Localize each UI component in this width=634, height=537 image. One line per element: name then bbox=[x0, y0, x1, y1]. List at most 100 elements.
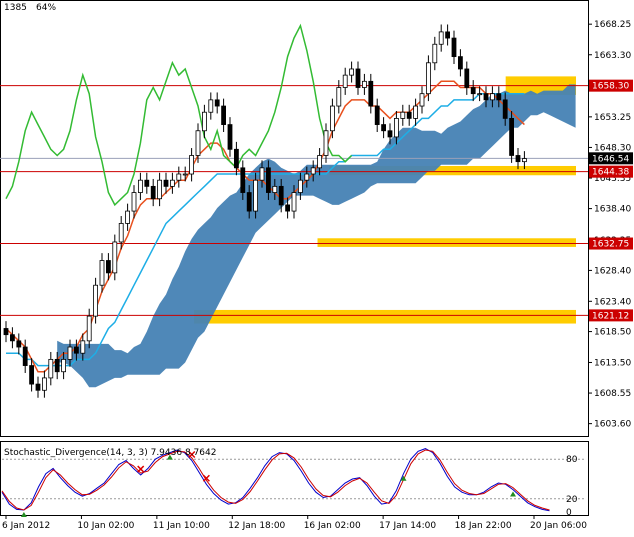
candle-bull bbox=[208, 99, 214, 113]
zone-4 bbox=[194, 309, 577, 324]
candle-bear bbox=[457, 56, 463, 70]
candle-bear bbox=[227, 124, 233, 150]
candle-bull bbox=[182, 173, 188, 176]
candle-bull bbox=[253, 179, 259, 212]
candle-bull bbox=[93, 284, 98, 317]
chart-window: 1668.251663.301658.301653.251648.301643.… bbox=[0, 0, 634, 533]
candle-bull bbox=[304, 173, 310, 181]
y-tick-label: 1648.30 bbox=[594, 143, 631, 153]
candle-bull bbox=[67, 346, 73, 360]
candle-bear bbox=[496, 93, 502, 101]
x-tick-label: 10 Jan 02:00 bbox=[77, 521, 134, 531]
candle-bull bbox=[169, 179, 175, 187]
candle-bull bbox=[42, 377, 47, 391]
candle-bull bbox=[157, 179, 163, 200]
candle-bear bbox=[214, 99, 220, 107]
y-tick-label: 1663.30 bbox=[594, 51, 631, 61]
y-tick-label: 1613.50 bbox=[594, 358, 631, 368]
y-tick-label: 1628.40 bbox=[594, 266, 631, 276]
candle-bull bbox=[80, 340, 86, 354]
candle-bull bbox=[201, 111, 207, 132]
candle-bear bbox=[387, 130, 393, 138]
candle-bull bbox=[522, 158, 527, 163]
y-tick-label: 1618.50 bbox=[594, 328, 631, 338]
candle-bull bbox=[349, 68, 355, 76]
candle-bull bbox=[176, 173, 182, 181]
candle-bull bbox=[125, 210, 130, 224]
candle-bull bbox=[413, 105, 419, 119]
stoch-tick-label: 20 bbox=[566, 495, 578, 505]
y-tick-label: 1623.40 bbox=[594, 297, 631, 307]
candle-bull bbox=[112, 241, 118, 274]
candle-bear bbox=[3, 328, 9, 336]
candle-bear bbox=[278, 185, 284, 206]
candle-bear bbox=[265, 167, 271, 193]
candle-bull bbox=[118, 223, 124, 243]
candle-bull bbox=[438, 31, 444, 45]
candle-bear bbox=[483, 93, 489, 101]
candle-bear bbox=[163, 179, 169, 187]
candle-bear bbox=[22, 346, 28, 366]
x-tick-label: 12 Jan 18:00 bbox=[228, 521, 285, 531]
candle-bull bbox=[195, 130, 201, 156]
y-tick-label: 1603.60 bbox=[594, 420, 631, 430]
candle-bear bbox=[381, 124, 387, 132]
candle-bear bbox=[74, 346, 79, 354]
y-tick-label: 1653.25 bbox=[594, 113, 631, 123]
x-tick-label: 18 Jan 22:00 bbox=[455, 521, 512, 531]
zone-3 bbox=[317, 238, 576, 247]
candle-bull bbox=[137, 179, 143, 193]
level-label-text: 1644.38 bbox=[592, 168, 629, 178]
level-label-text: 1632.75 bbox=[592, 240, 629, 250]
candle-bull bbox=[432, 43, 438, 64]
candle-bear bbox=[502, 99, 508, 119]
candle-bear bbox=[54, 358, 60, 373]
y-tick-label: 1608.55 bbox=[594, 389, 631, 399]
y-tick-label: 1668.25 bbox=[594, 20, 631, 30]
candle-bull bbox=[329, 105, 335, 132]
candle-bull bbox=[61, 358, 66, 373]
candle-bull bbox=[291, 192, 297, 212]
candle-bear bbox=[144, 179, 150, 187]
candle-bear bbox=[233, 148, 239, 169]
candle-bull bbox=[489, 93, 495, 101]
candle-bull bbox=[131, 192, 137, 212]
candle-bull bbox=[361, 80, 367, 88]
candle-bear bbox=[9, 334, 15, 342]
candle-bear bbox=[470, 87, 476, 95]
current-price-text: 1646.54 bbox=[592, 154, 629, 164]
chart-canvas: 1668.251663.301658.301653.251648.301643.… bbox=[0, 0, 633, 531]
candle-bull bbox=[342, 74, 348, 88]
candle-bear bbox=[445, 31, 451, 39]
candle-bull bbox=[259, 167, 265, 181]
x-tick-label: 11 Jan 10:00 bbox=[153, 521, 210, 531]
x-tick-label: 17 Jan 14:00 bbox=[379, 521, 436, 531]
candle-bear bbox=[240, 167, 246, 193]
candle-bear bbox=[464, 68, 470, 88]
candle-bear bbox=[29, 365, 35, 385]
stochastic-label: Stochastic_Divergence(14, 3, 3) 7.9436 8… bbox=[4, 448, 216, 458]
candle-bear bbox=[509, 118, 515, 156]
stoch-tick-label: 80 bbox=[566, 455, 578, 465]
candle-bull bbox=[393, 118, 399, 138]
stoch-tick-label: 0 bbox=[566, 508, 572, 518]
candle-bear bbox=[221, 105, 227, 125]
candle-bull bbox=[310, 167, 316, 175]
candle-bear bbox=[150, 185, 156, 200]
candle-bull bbox=[317, 155, 323, 169]
x-tick-label: 20 Jan 06:00 bbox=[530, 521, 587, 531]
candle-bear bbox=[368, 80, 374, 107]
candle-bull bbox=[425, 62, 431, 95]
candle-bear bbox=[406, 111, 412, 119]
candle-bear bbox=[35, 383, 41, 391]
candle-bull bbox=[189, 155, 195, 175]
candle-bear bbox=[451, 37, 457, 58]
header-code: 1385 bbox=[4, 3, 27, 13]
candle-bull bbox=[297, 179, 303, 193]
candle-bear bbox=[374, 105, 380, 125]
level-label-text: 1621.12 bbox=[592, 311, 629, 321]
candle-bull bbox=[336, 87, 342, 107]
candle-bull bbox=[272, 185, 278, 193]
candle-bear bbox=[246, 192, 252, 212]
x-tick-label: 6 Jan 2012 bbox=[2, 521, 50, 531]
